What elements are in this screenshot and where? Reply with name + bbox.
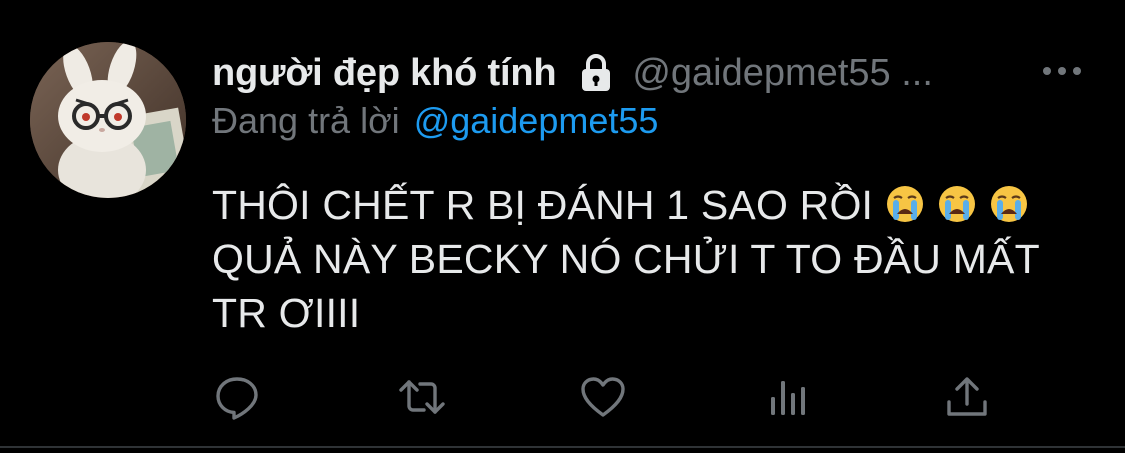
more-icon[interactable] <box>1040 56 1084 86</box>
display-name[interactable]: người đẹp khó tính <box>212 52 557 95</box>
loudly-crying-face-icon <box>937 183 977 223</box>
analytics-icon[interactable] <box>762 372 812 422</box>
lock-icon <box>574 51 618 95</box>
loudly-crying-face-icon <box>885 183 925 223</box>
reply-icon[interactable] <box>212 372 262 422</box>
divider <box>0 446 1125 448</box>
retweet-icon[interactable] <box>397 372 447 422</box>
tweet-text: THÔI CHẾT R BỊ ĐÁNH 1 SAO RỒI QUẢ NÀY BE… <box>212 178 1092 340</box>
tweet-text-line-1: THÔI CHẾT R BỊ ĐÁNH 1 SAO RỒI <box>212 182 874 228</box>
share-icon[interactable] <box>942 372 992 422</box>
tweet[interactable]: người đẹp khó tính @gaidepmet55 ... Đang… <box>0 0 1125 453</box>
loudly-crying-face-icon <box>989 183 1029 223</box>
reply-context: Đang trả lời @gaidepmet55 <box>212 98 658 144</box>
tweet-actions <box>212 372 1002 422</box>
reply-handle-link[interactable]: @gaidepmet55 <box>414 100 659 142</box>
reply-prefix: Đang trả lời <box>212 100 400 141</box>
tweet-text-line-2: QUẢ NÀY BECKY NÓ CHỬI T TO ĐẦU MẤT <box>212 236 1040 282</box>
tweet-header: người đẹp khó tính @gaidepmet55 ... <box>212 48 933 98</box>
avatar-image <box>30 42 186 198</box>
tweet-text-line: THÔI CHẾT R BỊ ĐÁNH 1 SAO RỒI <box>212 178 1092 232</box>
user-handle[interactable]: @gaidepmet55 ... <box>632 52 933 95</box>
avatar[interactable] <box>30 42 186 198</box>
like-icon[interactable] <box>578 372 628 422</box>
tweet-text-line-3: TR ƠIIII <box>212 290 361 336</box>
